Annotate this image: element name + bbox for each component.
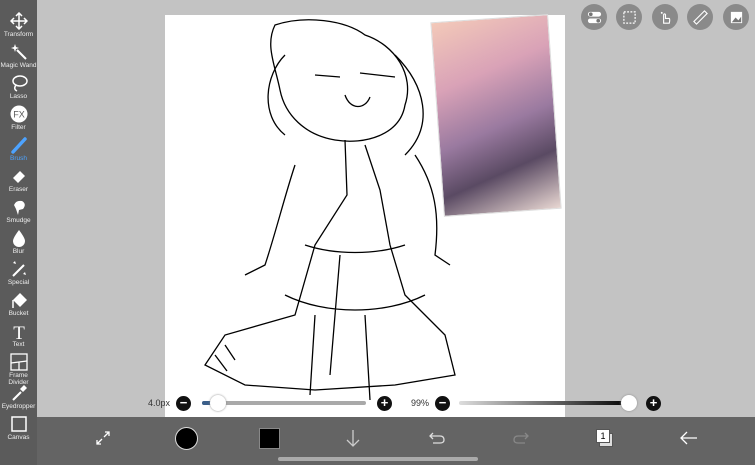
magic-wand-icon (10, 44, 27, 60)
blur-drop-icon (12, 230, 25, 247)
tool-label: Eraser (8, 186, 29, 193)
opacity-minus-button[interactable]: − (435, 396, 450, 411)
smudge-icon (13, 200, 25, 215)
touch-button[interactable] (652, 4, 678, 30)
reference-image[interactable] (430, 14, 562, 217)
size-minus-button[interactable]: − (176, 396, 191, 411)
selection-button[interactable] (616, 4, 642, 30)
image-icon (730, 11, 742, 23)
brush-color-button[interactable] (256, 425, 282, 451)
brush-icon (10, 137, 27, 154)
svg-text:T: T (13, 323, 25, 340)
quick-transform-button[interactable] (90, 425, 116, 451)
bucket-icon (11, 293, 27, 308)
material-button[interactable] (723, 4, 749, 30)
opacity-thumb[interactable] (621, 395, 637, 411)
size-plus-button[interactable]: + (377, 396, 392, 411)
brush-size-label: 4.0px (148, 398, 171, 408)
lasso-icon (11, 75, 28, 92)
toggle-icon (587, 11, 601, 23)
tool-label: Smudge (6, 217, 31, 224)
tool-label: Text (12, 341, 25, 348)
move-icon (9, 12, 28, 30)
tool-label: Bucket (8, 310, 29, 317)
layers-button[interactable]: 1 (592, 425, 618, 451)
brush-size-thumb[interactable] (210, 395, 226, 411)
arrow-left-icon (680, 431, 697, 445)
selection-icon (622, 10, 636, 24)
tool-label: Lasso (9, 93, 28, 100)
tool-eraser[interactable]: Eraser (0, 167, 37, 193)
back-button[interactable] (676, 425, 702, 451)
tool-label: Transform (3, 31, 34, 38)
ruler-button[interactable] (687, 4, 713, 30)
tool-frame-divider[interactable]: Frame Divider (0, 353, 37, 386)
tool-text[interactable]: T Text (0, 322, 37, 348)
undo-icon (429, 432, 445, 444)
ruler-icon (692, 9, 708, 25)
tool-bucket[interactable]: Bucket (0, 291, 37, 317)
color-swatch (258, 427, 280, 449)
fx-icon: FX (10, 105, 27, 123)
tool-label: Magic Wand (0, 62, 37, 69)
eyedropper-icon (11, 385, 27, 401)
tool-label: Canvas (7, 434, 30, 441)
tool-label: Special (7, 279, 30, 286)
tool-brush[interactable]: Brush (0, 136, 37, 162)
brush-size-slider[interactable] (202, 401, 366, 405)
download-button[interactable] (340, 425, 366, 451)
opacity-slider[interactable] (459, 401, 631, 405)
tool-special[interactable]: Special (0, 260, 37, 286)
tool-sidebar: Transform Magic Wand Lasso FX Filter Brush Era… (0, 0, 37, 465)
opacity-plus-button[interactable]: + (646, 396, 661, 411)
text-icon: T (13, 323, 25, 340)
layer-count: 1 (596, 429, 610, 443)
home-indicator (278, 457, 478, 461)
tool-label: Filter (11, 124, 26, 131)
tool-label: Brush (10, 155, 27, 162)
color-wheel-icon (174, 426, 198, 450)
tool-eyedropper[interactable]: Eyedropper (0, 384, 37, 410)
layers-icon: 1 (596, 429, 614, 447)
tool-lasso[interactable]: Lasso (0, 74, 37, 100)
arrow-down-icon (346, 430, 360, 447)
tool-filter[interactable]: FX Filter (0, 105, 37, 131)
redo-icon (513, 432, 529, 444)
frame-divider-icon (9, 353, 28, 371)
tool-transform[interactable]: Transform (0, 12, 37, 38)
tool-canvas[interactable]: Canvas (0, 415, 37, 441)
transform-arrows-icon (96, 431, 110, 445)
color-picker-button[interactable] (173, 425, 199, 451)
eraser-icon (12, 171, 25, 183)
special-icon (11, 261, 26, 277)
tool-label: Blur (12, 248, 25, 255)
toggle-panel-button[interactable] (581, 4, 607, 30)
opacity-label: 99% (411, 398, 430, 408)
tool-magic-wand[interactable]: Magic Wand (0, 43, 37, 69)
undo-button[interactable] (424, 425, 450, 451)
svg-text:FX: FX (13, 110, 25, 120)
canvas-icon (10, 416, 27, 432)
hand-touch-icon (660, 11, 670, 24)
tool-blur[interactable]: Blur (0, 229, 37, 255)
tool-label: Eyedropper (1, 403, 36, 410)
tool-smudge[interactable]: Smudge (0, 198, 37, 224)
redo-button[interactable] (508, 425, 534, 451)
